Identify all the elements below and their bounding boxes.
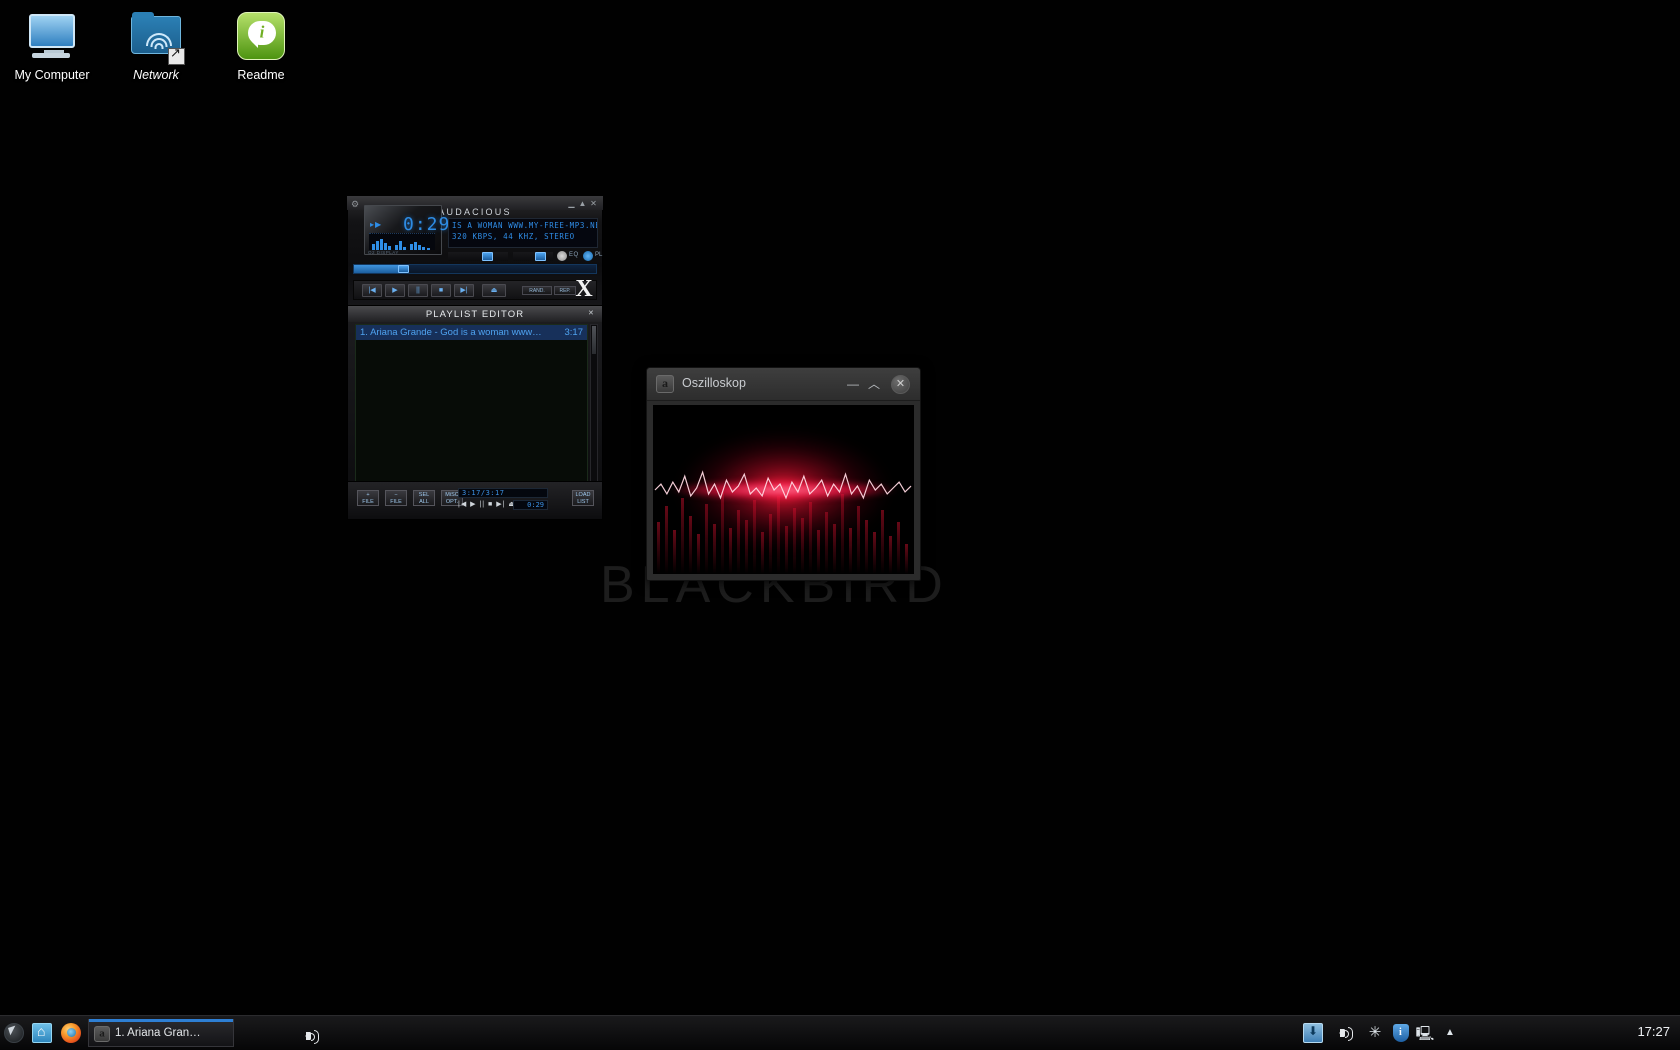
playlist-mini-transport[interactable]: |◀ ▶ || ■ ▶| ⏏ (458, 500, 516, 508)
playlist-row-index: 1. (360, 327, 368, 338)
audacious-icon: a (94, 1026, 110, 1042)
network-monitor-icon[interactable]: 🖳 (1415, 1023, 1435, 1043)
app-icon-letter: a (662, 375, 668, 390)
stop-button[interactable]: ■ (431, 284, 451, 297)
taskbar-task-label: 1. Ariana Gran… (115, 1027, 201, 1039)
desktop-icon-readme[interactable]: i Readme (209, 8, 313, 82)
bluetooth-icon[interactable]: ✳ (1365, 1023, 1385, 1043)
file-manager-icon[interactable] (32, 1023, 52, 1043)
playlist-editor-window[interactable]: PLAYLIST EDITOR ✕ 1. Ariana Grande - God… (347, 305, 603, 520)
equalizer-toggle-led[interactable] (557, 251, 567, 261)
oscilloscope-maximize-button[interactable]: ︿ (865, 375, 883, 393)
audacious-transport-bar: |◀ ▶ || ■ ▶| ⏏ RAND. REP. (353, 280, 597, 300)
playlist-button-bar: + FILE − FILE SEL ALL MiSC OPT. 3:17/3:1… (348, 481, 602, 519)
remove-file-button[interactable]: − FILE (385, 490, 407, 506)
audacious-visualizer[interactable] (369, 233, 435, 250)
desktop: BLACKBIRD My Computer Network i Readme ⚙… (0, 0, 1680, 1050)
playlist-elapsed-time: 0:29 (513, 500, 548, 510)
desktop-icon-label: My Computer (14, 68, 90, 82)
playlist-window-title: PLAYLIST EDITOR (425, 309, 525, 320)
speaker-icon[interactable] (1335, 1023, 1355, 1043)
computer-icon (24, 8, 80, 64)
playlist-total-time: 3:17/3:17 (458, 488, 548, 498)
software-update-icon[interactable] (1303, 1023, 1323, 1043)
shield-icon[interactable]: i (1391, 1023, 1411, 1043)
audacious-app-icon: a (656, 375, 674, 393)
audacious-vis-label: O2 DISPLAY (368, 250, 399, 255)
info-balloon-icon: i (233, 8, 289, 64)
play-button[interactable]: ▶ (385, 284, 405, 297)
desktop-icon-label: Network (133, 68, 179, 82)
audacious-minimize-button[interactable]: ▁ (567, 199, 576, 208)
scope-waveform (654, 470, 912, 500)
add-file-line1: + (366, 492, 370, 498)
playlist-label: PL (595, 252, 603, 258)
audacious-close-button[interactable]: ✕ (589, 199, 598, 208)
network-shortcut-icon (128, 8, 185, 65)
playlist-row[interactable]: 1. Ariana Grande - God is a woman www… 3… (356, 325, 587, 340)
oscilloscope-canvas[interactable] (653, 405, 914, 574)
playlist-row-title: 1. Ariana Grande - God is a woman www… (360, 327, 542, 338)
oscilloscope-close-button[interactable]: ✕ (891, 375, 910, 394)
audacious-display-panel: ▸▶ 0:29 O2 DISPLAY (364, 205, 449, 255)
load-list-line1: LOAD (575, 492, 591, 498)
oscilloscope-minimize-button[interactable]: — (844, 375, 862, 393)
audacious-logo: X (575, 276, 593, 302)
taskbar: a 1. Ariana Gran… ✳ i 🖳 ▲ 17:27 (0, 1015, 1680, 1050)
volume-slider[interactable] (448, 252, 508, 261)
remove-file-line2: FILE (390, 499, 402, 505)
playlist-row-length: 3:17 (564, 327, 584, 338)
select-all-button[interactable]: SEL ALL (413, 490, 435, 506)
playlist-toggle-led[interactable] (583, 251, 593, 261)
task-icon-letter: a (99, 1027, 105, 1040)
taskbar-task-audacious[interactable]: a 1. Ariana Gran… (88, 1019, 319, 1047)
select-all-line2: ALL (419, 499, 429, 505)
oscilloscope-window-title: Oszilloskop (682, 376, 746, 390)
audacious-track-title: IS A WOMAN WWW.MY-FREE-MP3.NET (452, 221, 597, 230)
play-status-icon: ▸▶ (370, 220, 383, 229)
taskbar-clock[interactable]: 17:27 (1637, 1024, 1670, 1039)
oscilloscope-window[interactable]: a Oszilloskop — ︿ ✕ (646, 367, 921, 581)
firefox-icon[interactable] (61, 1023, 81, 1043)
audacious-shade-button[interactable]: ▲ (578, 199, 587, 208)
balance-slider[interactable] (513, 252, 553, 261)
playlist-close-button[interactable]: ✕ (588, 309, 598, 318)
audacious-track-bitrate: 320 KBPS, 44 KHZ, STEREO (452, 232, 575, 241)
playlist-row-name: Ariana Grande - God is a woman www… (370, 327, 542, 338)
load-list-button[interactable]: LOAD LIST (572, 490, 594, 506)
add-file-line2: FILE (362, 499, 374, 505)
playlist-track-list[interactable]: 1. Ariana Grande - God is a woman www… 3… (355, 324, 588, 482)
desktop-icon-my-computer[interactable]: My Computer (0, 8, 104, 82)
audacious-main-window[interactable]: ⚙ AUDACIOUS ▁ ▲ ✕ ▸▶ 0:29 O2 DISPLAY IS … (347, 196, 603, 312)
eject-button[interactable]: ⏏ (482, 284, 506, 297)
shield-letter: i (1399, 1027, 1402, 1038)
audacious-time-display[interactable]: 0:29 (403, 214, 450, 235)
next-button[interactable]: ▶| (454, 284, 474, 297)
desktop-icon-label: Readme (237, 68, 285, 82)
add-file-button[interactable]: + FILE (357, 490, 379, 506)
shortcut-arrow-icon (168, 45, 185, 65)
equalizer-label: EQ (569, 252, 579, 258)
audacious-track-info: IS A WOMAN WWW.MY-FREE-MP3.NET 320 KBPS,… (448, 218, 598, 248)
pause-button[interactable]: || (408, 284, 428, 297)
task-speaker-icon (301, 1028, 319, 1044)
playlist-scrollbar[interactable] (590, 324, 598, 482)
chevron-up-icon[interactable]: ▲ (1440, 1023, 1460, 1043)
previous-button[interactable]: |◀ (362, 284, 382, 297)
seek-slider[interactable] (353, 264, 597, 274)
select-all-line1: SEL (418, 492, 430, 498)
start-menu-icon[interactable] (4, 1023, 24, 1043)
desktop-icon-network[interactable]: Network (104, 8, 208, 82)
remove-file-line1: − (394, 492, 398, 498)
load-list-line2: LIST (577, 499, 589, 505)
shuffle-button[interactable]: RAND. (522, 286, 552, 295)
